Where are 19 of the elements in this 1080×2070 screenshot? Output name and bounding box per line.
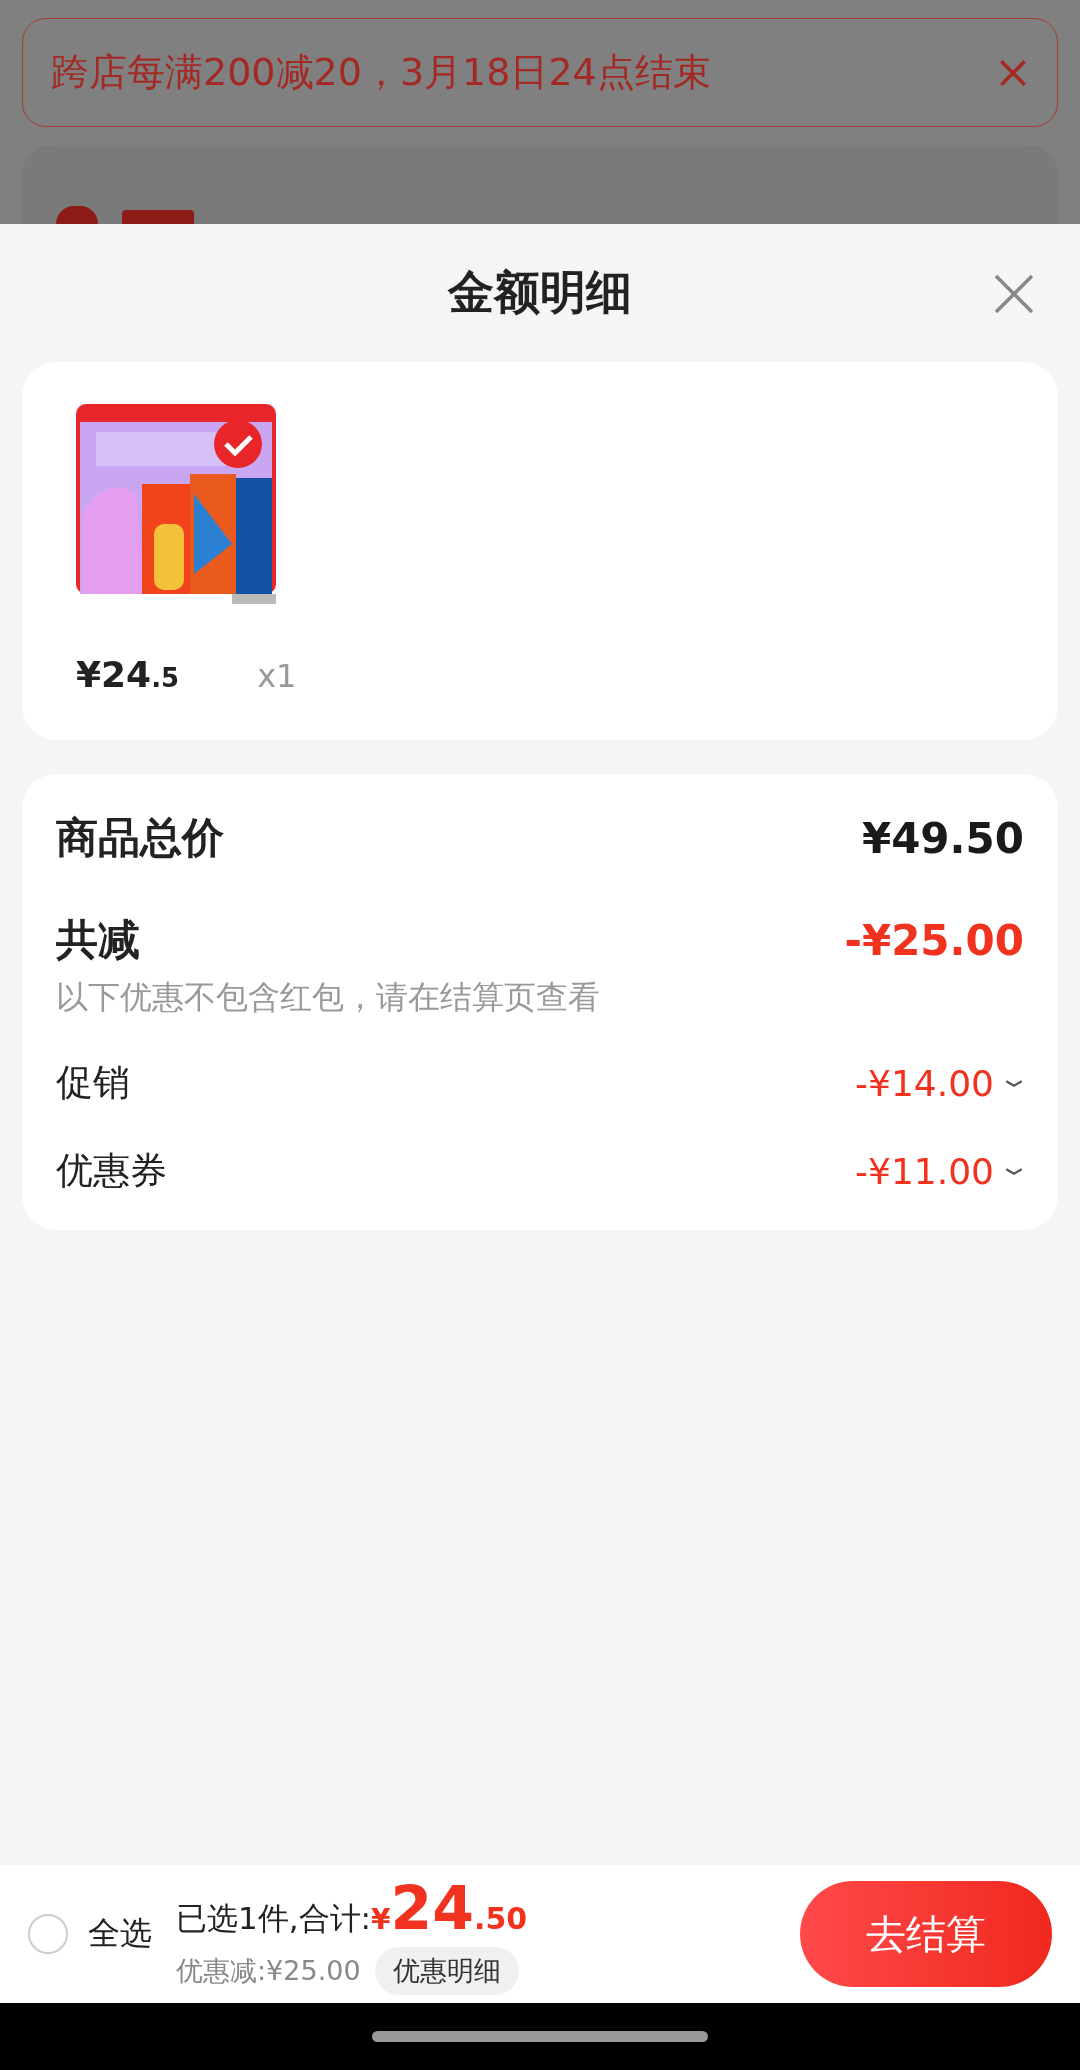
quantity-label: x1	[257, 657, 297, 695]
total-price: ¥24.50	[371, 1873, 528, 1943]
discount-label: 共减	[56, 914, 140, 966]
checkout-button[interactable]: 去结算	[800, 1881, 1052, 1987]
total-value: ¥49.50	[861, 813, 1024, 863]
discount-item-toggle[interactable]: -¥14.00	[855, 1062, 1024, 1104]
discount-item-toggle[interactable]: -¥11.00	[855, 1150, 1024, 1192]
discount-note: 以下优惠不包含红包，请在结算页查看	[56, 977, 601, 1018]
total-label: 商品总价	[56, 812, 224, 864]
sheet-title: 金额明细	[448, 264, 632, 321]
discount-item-label: 优惠券	[56, 1148, 167, 1194]
discount-value: -¥25.00	[844, 915, 1024, 965]
details-button[interactable]: 优惠明细	[374, 1947, 519, 1995]
savings-text: 优惠减:¥25.00	[176, 1954, 361, 1988]
select-all-checkbox[interactable]: 全选	[28, 1912, 152, 1956]
discount-item-label: 促销	[56, 1060, 130, 1106]
product-price: ¥24.5	[76, 654, 180, 695]
selected-summary: 已选1件,合计:	[176, 1899, 372, 1938]
promo-text: 跨店每满200减20，3月18日24点结束	[51, 49, 711, 96]
